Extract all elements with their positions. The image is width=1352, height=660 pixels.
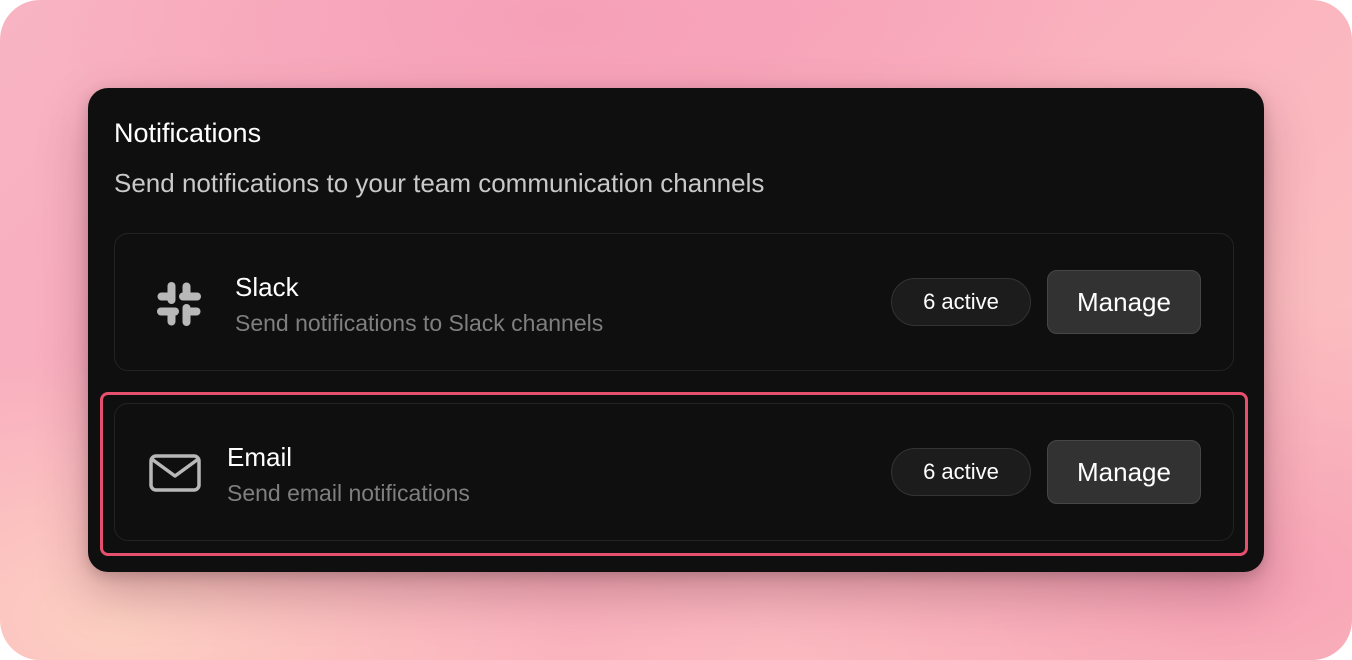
background-frame: Notifications Send notifications to your… [0,0,1352,660]
status-badge: 6 active [891,448,1031,496]
integration-name: Slack [235,272,299,302]
integration-row-slack: Slack Send notifications to Slack channe… [114,233,1234,371]
status-badge: 6 active [891,278,1031,326]
panel-subtitle: Send notifications to your team communic… [114,168,765,198]
integration-row-email: Email Send email notifications 6 active … [114,403,1234,541]
panel-title: Notifications [114,118,262,148]
integration-description: Send notifications to Slack channels [235,310,604,336]
integration-name: Email [227,442,293,472]
integration-description: Send email notifications [227,480,470,506]
envelope-icon [147,452,203,494]
manage-slack-button[interactable]: Manage [1047,270,1201,334]
notifications-panel: Notifications Send notifications to your… [88,88,1264,572]
manage-email-button[interactable]: Manage [1047,440,1201,504]
slack-icon [153,278,205,330]
